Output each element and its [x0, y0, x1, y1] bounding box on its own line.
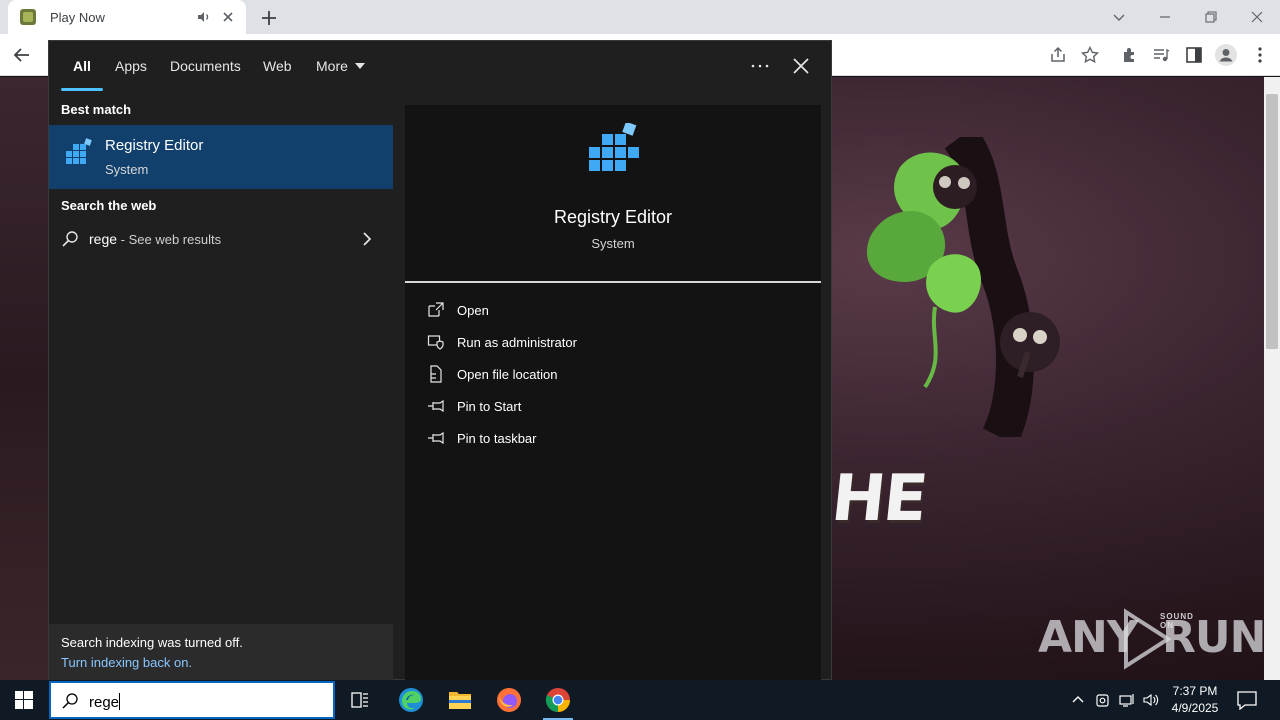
tab-documents[interactable]: Documents [170, 58, 241, 74]
firefox-taskbar-button[interactable] [486, 680, 532, 720]
best-match-heading: Best match [61, 102, 132, 117]
best-match-registry-editor[interactable]: Registry Editor System [49, 125, 393, 189]
game-artwork-image [866, 137, 1060, 437]
game-title-fragment: HE [828, 462, 930, 536]
taskbar-search-value: rege [89, 694, 120, 711]
preview-title: Registry Editor [553, 207, 673, 227]
action-pin-to-start[interactable]: Pin to Start [405, 392, 821, 422]
audio-icon[interactable] [196, 9, 212, 25]
volume-icon[interactable] [1142, 691, 1160, 709]
window-close-icon[interactable] [1246, 6, 1268, 28]
search-results-list: Best match Registry Editor System Search… [49, 93, 393, 681]
tab-close-icon[interactable] [220, 9, 236, 25]
tab-more[interactable]: More [316, 58, 365, 74]
active-tab-indicator [61, 88, 103, 91]
web-search-result[interactable]: rege - See web results [49, 221, 393, 257]
edge-taskbar-button[interactable] [388, 680, 434, 720]
file-explorer-icon [449, 692, 471, 709]
edge-icon [399, 688, 423, 712]
action-run-as-admin[interactable]: Run as administrator [405, 328, 821, 358]
indexing-message: Search indexing was turned off. [61, 635, 243, 650]
start-search-panel: All Apps Documents Web More Best match R… [48, 40, 833, 681]
taskbar-search-input[interactable]: rege [89, 693, 121, 711]
file-location-icon [430, 365, 442, 383]
clock-time: 7:37 PM [1172, 684, 1218, 698]
preview-divider [405, 281, 821, 283]
clock-date: 4/9/2025 [1171, 701, 1219, 715]
result-preview-pane: Registry Editor System Open Run as admin… [405, 105, 821, 681]
chrome-icon [545, 688, 570, 712]
web-result-label: rege - See web results [89, 231, 221, 247]
web-query-suffix: - See web results [117, 232, 222, 247]
action-pin-to-start-label: Pin to Start [457, 399, 522, 414]
more-options-icon[interactable] [748, 54, 772, 78]
media-controls-icon[interactable] [1151, 45, 1171, 65]
chrome-taskbar-button[interactable] [535, 680, 581, 720]
windows-taskbar: rege 7:37 PM 4/9/2025 [0, 680, 1280, 720]
best-match-subtitle: System [105, 162, 149, 177]
action-open-label: Open [457, 303, 489, 318]
file-explorer-button[interactable] [437, 680, 483, 720]
task-view-icon [351, 692, 368, 708]
share-icon[interactable] [1048, 45, 1068, 65]
page-left-edge [0, 77, 48, 680]
action-open[interactable]: Open [405, 296, 821, 326]
search-web-heading: Search the web [61, 198, 157, 213]
search-filter-tabs: All Apps Documents Web More [49, 41, 833, 93]
chevron-right-icon[interactable] [359, 231, 375, 247]
taskbar-search-box[interactable]: rege [49, 681, 335, 719]
browser-tab-play-now[interactable]: Play Now [8, 0, 246, 34]
restore-icon[interactable] [1200, 6, 1222, 28]
registry-editor-large-icon [589, 123, 639, 171]
tab-more-label: More [316, 58, 348, 74]
extensions-icon[interactable] [1120, 45, 1140, 65]
taskbar-clock[interactable]: 7:37 PM 4/9/2025 [1166, 683, 1224, 717]
sound-on-label: SOUND ON [1160, 612, 1194, 630]
page-scrollbar-thumb[interactable] [1266, 94, 1278, 349]
tab-apps[interactable]: Apps [115, 58, 147, 74]
notification-center-icon[interactable] [1236, 690, 1258, 710]
show-hidden-icons-chevron-icon[interactable] [1069, 691, 1087, 709]
indexing-notice: Search indexing was turned off. Turn ind… [49, 624, 393, 681]
turn-indexing-on-link[interactable]: Turn indexing back on. [61, 655, 192, 670]
bookmark-star-icon[interactable] [1080, 45, 1100, 65]
preview-subtitle: System [591, 236, 635, 251]
network-icon[interactable] [1118, 691, 1136, 709]
search-icon [62, 693, 78, 709]
open-icon [428, 302, 444, 317]
caret-down-icon [354, 63, 365, 69]
profile-avatar-icon[interactable] [1215, 44, 1237, 66]
action-pin-to-taskbar-label: Pin to taskbar [457, 431, 537, 446]
best-match-title: Registry Editor [105, 137, 204, 154]
side-panel-icon[interactable] [1184, 45, 1204, 65]
browser-tab-strip: Play Now [0, 0, 1280, 34]
site-favicon-icon [20, 9, 36, 25]
start-windows-icon[interactable] [0, 680, 48, 720]
tab-all[interactable]: All [73, 58, 91, 74]
tab-search-chevron-icon[interactable] [1108, 6, 1130, 28]
pin-icon [428, 431, 444, 445]
search-icon [62, 231, 78, 247]
pin-icon [428, 399, 444, 413]
tab-web[interactable]: Web [263, 58, 292, 74]
meet-now-icon[interactable] [1094, 691, 1112, 709]
browser-menu-icon[interactable] [1250, 45, 1270, 65]
back-icon[interactable] [12, 45, 32, 65]
firefox-icon [497, 688, 521, 712]
task-view-button[interactable] [337, 680, 383, 720]
minimize-icon[interactable] [1154, 6, 1176, 28]
close-search-icon[interactable] [789, 54, 813, 78]
action-open-file-location[interactable]: Open file location [405, 360, 821, 390]
new-tab-plus-icon[interactable] [258, 7, 280, 29]
action-pin-to-taskbar[interactable]: Pin to taskbar [405, 424, 821, 454]
registry-editor-icon [66, 138, 92, 164]
action-open-file-location-label: Open file location [457, 367, 558, 382]
web-query-text: rege [89, 231, 118, 247]
shield-icon [427, 335, 444, 350]
text-caret [119, 693, 121, 710]
action-run-as-admin-label: Run as administrator [457, 335, 577, 350]
tab-title: Play Now [50, 9, 105, 25]
